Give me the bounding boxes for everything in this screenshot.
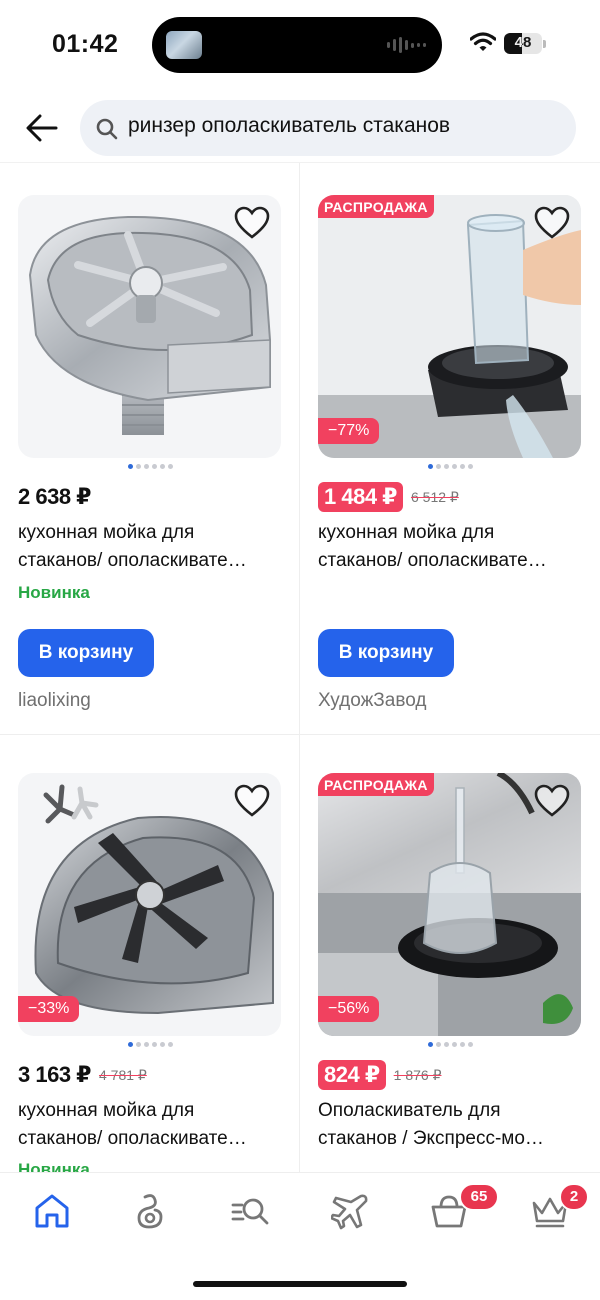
audio-wave-icon: [387, 37, 426, 53]
seller-name[interactable]: liaolixing: [18, 690, 91, 712]
price-row: 1 484 ₽ 6 512 ₽: [318, 482, 459, 512]
catalog-search-icon[interactable]: [230, 1191, 270, 1231]
sale-badge: РАСПРОДАЖА: [318, 195, 434, 218]
old-price: 6 512 ₽: [410, 488, 459, 505]
product-card[interactable]: −33% 3 163 ₽ 4 781 ₽ кухонная мойка для …: [0, 735, 300, 1172]
product-name-line1: кухонная мойка для: [318, 522, 495, 543]
crown-badge: 2: [559, 1183, 589, 1211]
battery-icon: 48: [504, 33, 542, 54]
add-to-cart-button[interactable]: В корзину: [318, 629, 454, 677]
favorite-heart-icon[interactable]: [233, 205, 271, 241]
now-playing-thumbnail: [166, 31, 202, 59]
favorite-heart-icon[interactable]: [533, 783, 571, 819]
home-icon[interactable]: [32, 1191, 72, 1231]
product-price: 2 638 ₽: [18, 484, 91, 509]
image-pager-dots: [300, 464, 600, 469]
image-pager-dots: [0, 464, 300, 469]
price-row: 824 ₽ 1 876 ₽: [318, 1060, 441, 1090]
product-image[interactable]: РАСПРОДАЖА −77%: [318, 195, 581, 458]
battery-cap: [543, 40, 546, 48]
seller-name[interactable]: ХудожЗавод: [318, 690, 426, 712]
battery-level: 48: [514, 34, 532, 51]
wifi-icon: [470, 32, 496, 51]
feed-icon[interactable]: [131, 1191, 171, 1231]
discount-badge: −33%: [18, 996, 80, 1022]
search-icon: [96, 118, 118, 140]
favorite-heart-icon[interactable]: [233, 783, 271, 819]
product-image[interactable]: [18, 195, 281, 458]
product-price: 3 163 ₽: [18, 1062, 91, 1087]
search-header: ринзер ополаскиватель стаканов: [0, 90, 600, 162]
image-pager-dots: [300, 1042, 600, 1047]
cart-badge: 65: [459, 1183, 499, 1211]
product-name-line2: стаканов/ ополаскивате…: [18, 550, 247, 571]
discount-badge: −77%: [318, 418, 380, 444]
favorite-heart-icon[interactable]: [533, 205, 571, 241]
product-name-line2: стаканов/ ополаскивате…: [18, 1128, 247, 1149]
product-name[interactable]: кухонная мойка для стаканов/ ополаскиват…: [18, 1097, 283, 1153]
product-image[interactable]: −33%: [18, 773, 281, 1036]
price-row: 3 163 ₽ 4 781 ₽: [18, 1060, 147, 1090]
bottom-nav: 65 2: [0, 1172, 600, 1300]
product-grid[interactable]: 2 638 ₽ кухонная мойка для стаканов/ опо…: [0, 162, 600, 1172]
product-card[interactable]: РАСПРОДАЖА −56% 824 ₽ 1 876 ₽ Ополаскива…: [300, 735, 600, 1172]
product-name-line2: стаканов/ ополаскивате…: [318, 550, 547, 571]
image-pager-dots: [0, 1042, 300, 1047]
add-to-cart-button[interactable]: В корзину: [18, 629, 154, 677]
dynamic-island[interactable]: [152, 17, 442, 73]
product-name[interactable]: Ополаскиватель для стаканов / Экспресс-м…: [318, 1097, 583, 1153]
back-arrow-icon[interactable]: [24, 110, 60, 146]
product-card[interactable]: 2 638 ₽ кухонная мойка для стаканов/ опо…: [0, 163, 300, 734]
product-name[interactable]: кухонная мойка для стаканов/ ополаскиват…: [318, 519, 583, 575]
product-name-line1: кухонная мойка для: [18, 1100, 195, 1121]
product-name-line2: стаканов / Экспресс-мо…: [318, 1128, 544, 1149]
status-time: 01:42: [52, 30, 119, 58]
home-indicator: [193, 1281, 407, 1287]
old-price: 1 876 ₽: [393, 1066, 442, 1083]
product-image[interactable]: РАСПРОДАЖА −56%: [318, 773, 581, 1036]
discount-badge: −56%: [318, 996, 380, 1022]
price-row: 2 638 ₽: [18, 482, 91, 512]
new-tag: Новинка: [18, 1160, 90, 1172]
product-card[interactable]: РАСПРОДАЖА −77% 1 484 ₽ 6 512 ₽ кухонная…: [300, 163, 600, 734]
travel-icon[interactable]: [331, 1191, 371, 1231]
product-price: 1 484 ₽: [318, 482, 403, 512]
status-bar: 01:42 48: [0, 0, 600, 90]
product-price: 824 ₽: [318, 1060, 386, 1090]
new-tag: Новинка: [18, 583, 90, 602]
product-name[interactable]: кухонная мойка для стаканов/ ополаскиват…: [18, 519, 283, 575]
old-price: 4 781 ₽: [98, 1066, 147, 1083]
sale-badge: РАСПРОДАЖА: [318, 773, 434, 796]
product-name-line1: Ополаскиватель для: [318, 1100, 501, 1121]
product-name-line1: кухонная мойка для: [18, 522, 195, 543]
search-input[interactable]: ринзер ополаскиватель стаканов: [80, 100, 576, 156]
search-query: ринзер ополаскиватель стаканов: [128, 114, 451, 137]
